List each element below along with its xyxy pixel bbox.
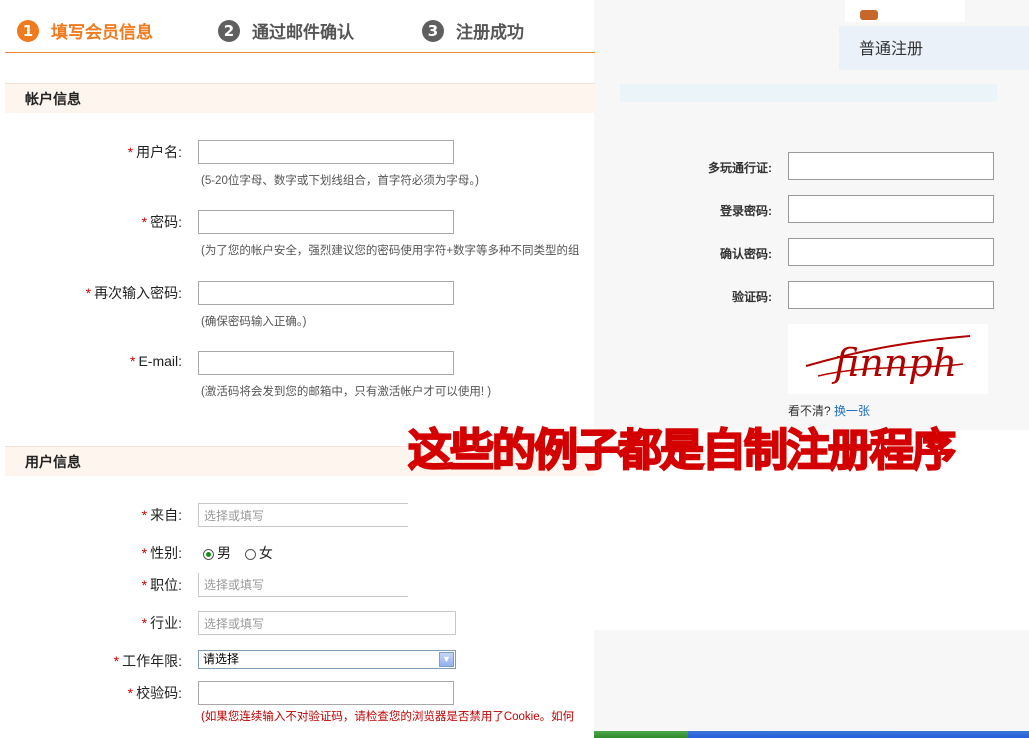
passport-input[interactable] xyxy=(788,152,994,180)
password-label: * 密码: xyxy=(2,212,182,232)
step-3-label: 注册成功 xyxy=(456,23,524,42)
required-mark: * xyxy=(129,353,136,369)
required-mark: * xyxy=(113,653,120,669)
required-mark: * xyxy=(141,577,148,593)
verify-code-label: * 校验码: xyxy=(2,683,182,703)
password-confirm-hint: (确保密码输入正确。) xyxy=(201,316,307,328)
start-button[interactable] xyxy=(594,731,688,738)
gender-male-label: 男 xyxy=(217,545,231,561)
position-label: * 职位: xyxy=(2,575,182,595)
email-label-text: E-mail: xyxy=(138,353,182,369)
industry-label: * 行业: xyxy=(2,613,182,633)
password-label-text: 密码: xyxy=(150,214,182,230)
gender-label-text: 性别: xyxy=(150,545,182,561)
email-label: * E-mail: xyxy=(2,353,182,369)
gender-female-label: 女 xyxy=(258,545,273,561)
captcha-input[interactable] xyxy=(788,281,994,309)
captcha-text: finnph xyxy=(831,341,957,385)
required-mark: * xyxy=(141,545,148,561)
login-password-input[interactable] xyxy=(788,195,994,223)
username-hint: (5-20位字母、数字或下划线组合，首字符必须为字母。) xyxy=(201,175,479,187)
chevron-down-icon[interactable]: ▼ xyxy=(439,652,454,667)
verify-code-input[interactable] xyxy=(198,681,454,705)
passport-label: 多玩通行证: xyxy=(708,161,772,175)
confirm-password-label: 确认密码: xyxy=(720,247,772,261)
position-combobox[interactable]: 选择或填写 xyxy=(198,573,408,597)
step-2: 2 通过邮件确认 xyxy=(218,18,354,43)
password-confirm-input[interactable] xyxy=(198,281,454,305)
required-mark: * xyxy=(127,144,134,160)
step-2-number: 2 xyxy=(218,19,240,42)
verify-code-label-text: 校验码: xyxy=(136,685,182,701)
username-label-text: 用户名: xyxy=(136,144,182,160)
captcha-label: 验证码: xyxy=(732,290,772,304)
refresh-prompt: 看不清? xyxy=(788,404,831,418)
email-input[interactable] xyxy=(198,351,454,375)
gender-female-radio[interactable] xyxy=(244,548,256,560)
username-label: * 用户名: xyxy=(2,142,182,162)
password-confirm-label: * 再次输入密码: xyxy=(2,283,182,303)
captcha-refresh: 看不清? 换一张 xyxy=(788,402,870,419)
required-mark: * xyxy=(141,507,148,523)
gender-label: * 性别: xyxy=(2,543,182,563)
confirm-password-input[interactable] xyxy=(788,238,994,266)
from-label: * 来自: xyxy=(2,505,182,525)
step-1: 1 填写会员信息 xyxy=(17,18,153,43)
step-1-label: 填写会员信息 xyxy=(51,23,153,42)
captcha-graphic: finnph xyxy=(805,335,971,385)
gender-options: 男 女 xyxy=(203,543,273,563)
username-input[interactable] xyxy=(198,140,454,164)
from-combobox[interactable]: 选择或填写 xyxy=(198,503,408,527)
required-mark: * xyxy=(127,685,134,701)
work-years-value: 请选择 xyxy=(203,652,240,666)
info-strip xyxy=(620,84,997,102)
step-indicator: 1 填写会员信息 2 通过邮件确认 3 注册成功 xyxy=(5,10,595,53)
work-years-select[interactable]: 请选择 ▼ xyxy=(198,650,456,669)
industry-combobox[interactable]: 选择或填写 xyxy=(198,611,456,635)
verify-code-hint: (如果您连续输入不对验证码，请检查您的浏览器是否禁用了Cookie。如何 xyxy=(201,711,575,723)
step-2-label: 通过邮件确认 xyxy=(252,23,354,42)
right-panel-lower xyxy=(594,630,1029,738)
required-mark: * xyxy=(141,615,148,631)
captcha-image: finnph xyxy=(788,324,988,394)
password-hint: (为了您的帐户安全，强烈建议您的密码使用字符+数字等多种不同类型的组 xyxy=(201,245,580,257)
from-label-text: 来自: xyxy=(150,507,182,523)
overlay-caption: 这些的例子都是自制注册程序 xyxy=(407,425,957,477)
step-3: 3 注册成功 xyxy=(422,18,524,43)
step-1-number: 1 xyxy=(17,19,39,42)
email-hint: (激活码将会发到您的邮箱中，只有激活帐户才可以使用! ) xyxy=(201,386,492,398)
account-section-title: 帐户信息 xyxy=(5,83,595,113)
work-years-label: * 工作年限: xyxy=(2,651,182,671)
required-mark: * xyxy=(85,285,92,301)
tab-ordinary-register[interactable]: 普通注册 xyxy=(839,26,1029,70)
logo-icon xyxy=(860,10,878,20)
refresh-link[interactable]: 换一张 xyxy=(834,404,870,418)
login-password-label: 登录密码: xyxy=(720,204,772,218)
position-label-text: 职位: xyxy=(150,577,182,593)
industry-label-text: 行业: xyxy=(150,615,182,631)
gender-male-radio[interactable] xyxy=(203,548,214,560)
password-input[interactable] xyxy=(198,210,454,234)
step-3-number: 3 xyxy=(422,19,444,42)
work-years-label-text: 工作年限: xyxy=(122,653,182,669)
password-confirm-label-text: 再次输入密码: xyxy=(94,285,182,301)
required-mark: * xyxy=(141,214,148,230)
